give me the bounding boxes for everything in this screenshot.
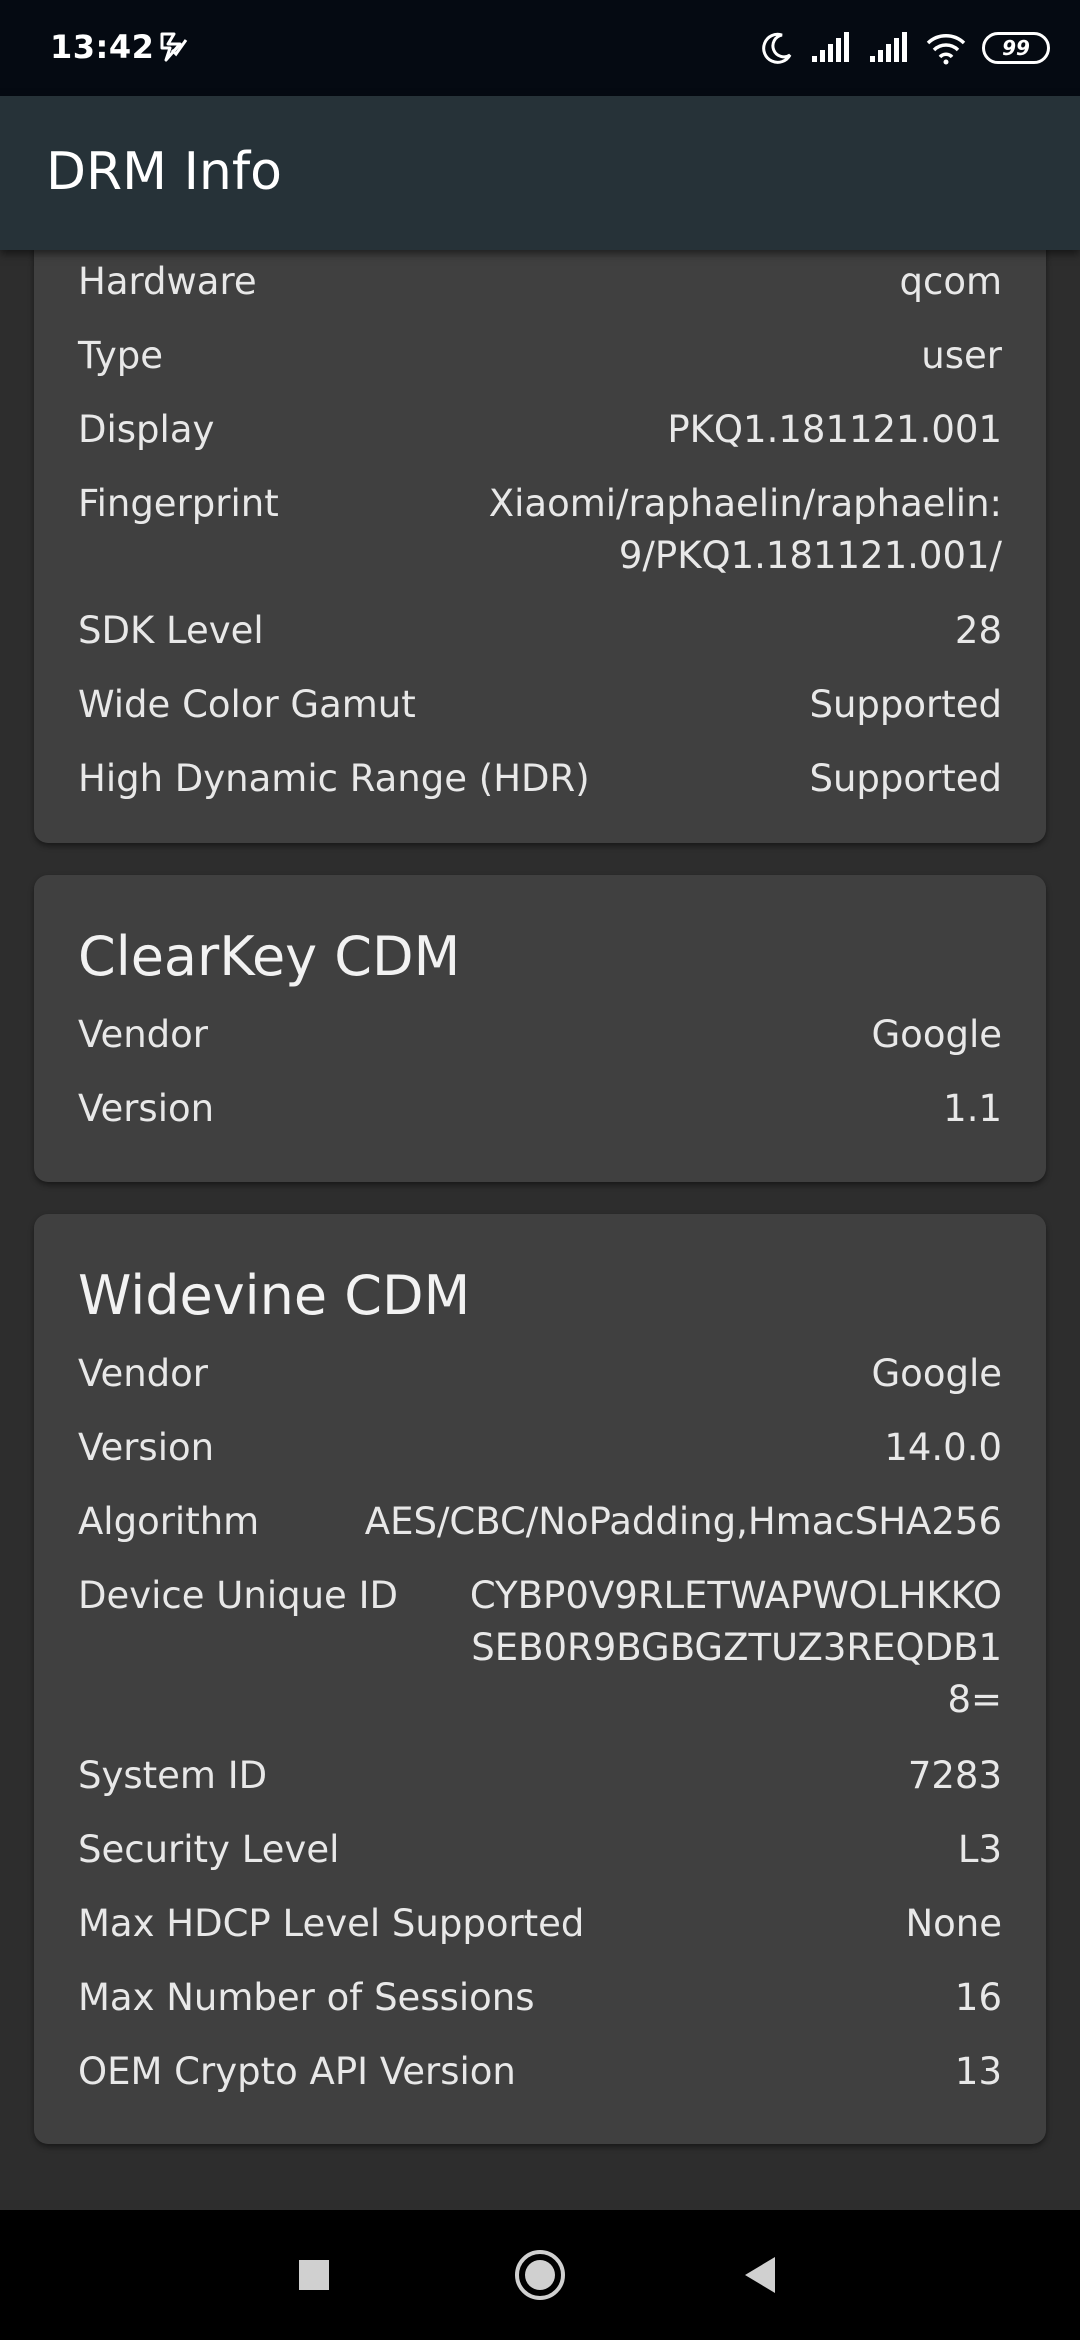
info-row-version: Version 14.0.0 [78,1422,1002,1474]
info-row-device-unique-id: Device Unique ID CYBP0V9RLETWAPWOLHKKO S… [78,1570,1002,1726]
moon-icon [762,32,792,64]
row-value: Google [871,1352,1002,1395]
status-icons: 99 [760,26,1050,70]
row-value: 16 [954,1976,1002,2019]
row-value: 7283 [907,1754,1002,1797]
status-time: 13:42 [50,28,155,66]
row-label: OEM Crypto API Version [78,2050,516,2093]
signal-icon [870,32,907,62]
row-value: AES/CBC/NoPadding,HmacSHA256 [364,1500,1002,1543]
info-row-system-id: System ID 7283 [78,1750,1002,1802]
row-label: Wide Color Gamut [78,683,416,726]
battery-icon: 99 [982,32,1050,64]
row-value: Google [871,1013,1002,1056]
navigation-bar [0,2210,1080,2340]
row-value: L3 [957,1828,1002,1871]
app-title: DRM Info [46,142,282,202]
row-value: 13 [954,2050,1002,2093]
wifi-icon [926,34,966,65]
row-value: Supported [809,683,1002,726]
row-label: Type [78,334,163,377]
row-value: Xiaomi/raphaelin/raphaelin: 9/PKQ1.18112… [488,482,1002,577]
row-label: Display [78,408,215,451]
home-circle-icon[interactable] [508,2243,572,2307]
info-row-oem-crypto-api-version: OEM Crypto API Version 13 [78,2046,1002,2098]
info-row-hardware: Hardware qcom [78,256,1002,308]
info-row-type: Type user [78,330,1002,382]
row-label: Hardware [78,260,257,303]
row-label: Version [78,1087,215,1130]
row-label: Version [78,1426,215,1469]
info-row-sdk-level: SDK Level 28 [78,605,1002,657]
signal-icon [812,32,849,62]
row-value: 14.0.0 [884,1426,1002,1469]
content-scroll[interactable]: Hardware qcom Type user Display PKQ1.181… [0,250,1080,2210]
info-row-vendor: Vendor Google [78,1348,1002,1400]
info-row-max-sessions: Max Number of Sessions 16 [78,1972,1002,2024]
info-row-version: Version 1.1 [78,1083,1002,1135]
row-value: CYBP0V9RLETWAPWOLHKKO SEB0R9BGBGZTUZ3REQ… [469,1574,1002,1721]
row-label: Vendor [78,1352,208,1395]
row-label: Vendor [78,1013,208,1056]
row-label: System ID [78,1754,268,1797]
row-value: user [921,334,1002,377]
notification-check-icon [160,32,188,62]
row-value: PKQ1.181121.001 [667,408,1002,451]
info-row-max-hdcp-level: Max HDCP Level Supported None [78,1898,1002,1950]
card-title: Widevine CDM [78,1264,471,1327]
row-label: Security Level [78,1828,340,1871]
row-label: Max HDCP Level Supported [78,1902,585,1945]
info-row-algorithm: Algorithm AES/CBC/NoPadding,HmacSHA256 [78,1496,1002,1548]
row-label: SDK Level [78,609,264,652]
info-row-wide-color-gamut: Wide Color Gamut Supported [78,679,1002,731]
row-label: Device Unique ID [78,1574,398,1617]
row-value: 28 [954,609,1002,652]
recents-square-icon[interactable] [282,2243,346,2307]
info-row-vendor: Vendor Google [78,1009,1002,1061]
clearkey-cdm-card: ClearKey CDM Vendor Google Version 1.1 [34,875,1046,1182]
row-label: High Dynamic Range (HDR) [78,757,590,800]
info-row-fingerprint: Fingerprint Xiaomi/raphaelin/raphaelin: … [78,478,1002,582]
row-value: 1.1 [943,1087,1002,1130]
row-label: Algorithm [78,1500,260,1543]
battery-level: 99 [1002,36,1030,60]
status-bar: 13:42 99 [0,0,1080,96]
row-label: Max Number of Sessions [78,1976,535,2019]
info-row-security-level: Security Level L3 [78,1824,1002,1876]
info-row-hdr: High Dynamic Range (HDR) Supported [78,753,1002,805]
device-info-card: Hardware qcom Type user Display PKQ1.181… [34,250,1046,843]
row-value: None [905,1902,1002,1945]
back-triangle-icon[interactable] [728,2243,792,2307]
row-value: qcom [899,260,1002,303]
card-title: ClearKey CDM [78,925,461,988]
widevine-cdm-card: Widevine CDM Vendor Google Version 14.0.… [34,1214,1046,2144]
info-row-display: Display PKQ1.181121.001 [78,404,1002,456]
app-bar: DRM Info [0,96,1080,250]
row-label: Fingerprint [78,482,279,525]
row-value: Supported [809,757,1002,800]
